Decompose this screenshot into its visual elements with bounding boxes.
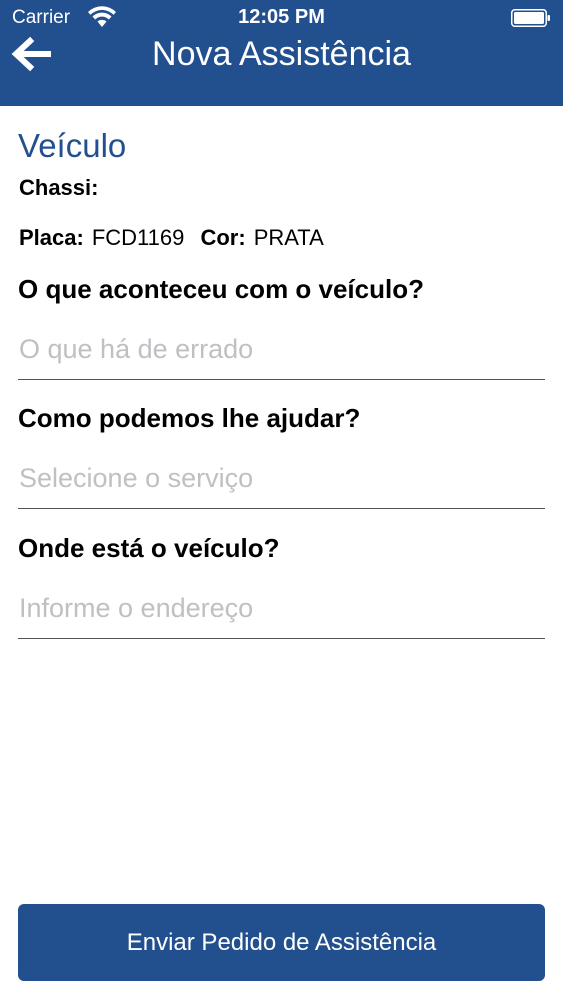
service-field: Como podemos lhe ajudar? <box>18 401 545 509</box>
battery-icon <box>511 9 550 27</box>
chassi-row: Chassi: <box>19 175 106 201</box>
problem-input[interactable] <box>18 320 545 380</box>
placa-cor-row: Placa: FCD1169 Cor: PRATA <box>19 225 324 251</box>
location-field: Onde está o veículo? <box>18 531 545 639</box>
navigation-bar: Carrier 12:05 PM Nova Assistência <box>0 0 563 106</box>
submit-request-button[interactable]: Enviar Pedido de Assistência <box>18 904 545 981</box>
problem-label: O que aconteceu com o veículo? <box>18 274 424 304</box>
location-label: Onde está o veículo? <box>18 533 280 563</box>
cor-label: Cor: <box>200 225 246 250</box>
service-label: Como podemos lhe ajudar? <box>18 403 361 433</box>
page-title: Nova Assistência <box>152 35 411 73</box>
location-input[interactable] <box>18 579 545 639</box>
status-bar: Carrier 12:05 PM <box>0 0 563 36</box>
vehicle-section-title: Veículo <box>18 127 127 164</box>
placa-label: Placa: <box>19 225 84 250</box>
problem-field: O que aconteceu com o veículo? <box>18 272 545 380</box>
chassi-label: Chassi: <box>19 175 99 200</box>
placa-value: FCD1169 <box>91 225 185 250</box>
status-time: 12:05 PM <box>238 6 325 28</box>
cor-value: PRATA <box>253 225 324 250</box>
service-select[interactable] <box>18 449 545 509</box>
